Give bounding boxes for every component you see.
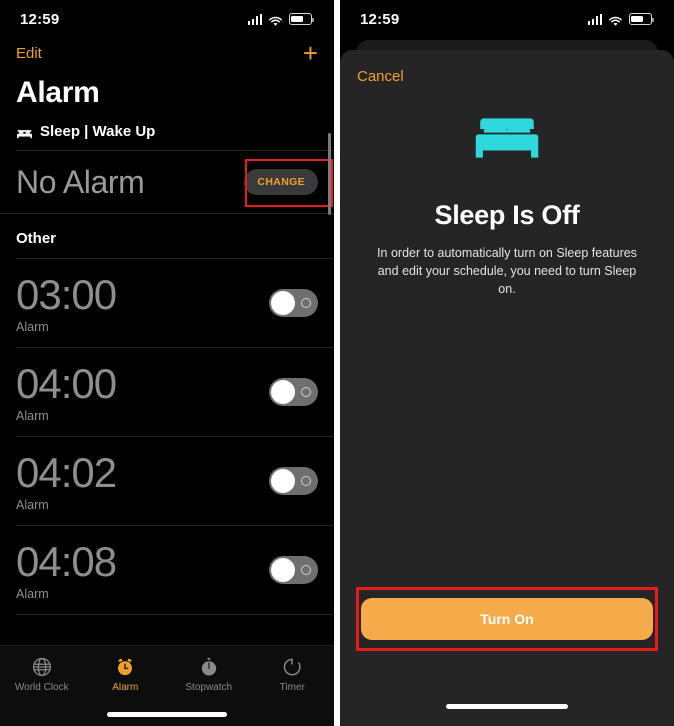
sleep-modal-sheet: Cancel Sleep Is Off In order to automati… [340,50,674,726]
alarm-toggle[interactable] [269,289,318,317]
bed-icon [471,118,543,167]
tab-world-clock[interactable]: World Clock [0,646,84,702]
alarm-time: 04:02 [16,449,117,496]
edit-button[interactable]: Edit [16,45,42,62]
alarm-list: 03:00 Alarm 04:00 Alarm 04:02 Alarm 04:0… [0,258,334,615]
status-bar-time: 12:59 [20,10,60,28]
alarm-label: Alarm [16,409,49,423]
cellular-signal-icon [587,13,602,25]
tab-label: Stopwatch [185,681,233,693]
sleep-wakeup-header: Sleep | Wake Up [0,112,334,150]
status-bar-right: 12:59 [340,0,674,38]
table-row[interactable]: 03:00 Alarm [0,259,334,347]
alarm-toggle[interactable] [269,467,318,495]
home-indicator[interactable] [446,704,568,709]
status-bar-icons [247,13,314,26]
alarm-info: 04:00 Alarm [16,360,117,436]
battery-icon [289,13,314,25]
change-button[interactable]: CHANGE [244,169,318,195]
tab-label: Timer [279,681,305,693]
alarm-time: 04:00 [16,360,117,407]
table-row[interactable]: 04:08 Alarm [0,526,334,614]
tab-bar: World Clock Alarm Stopwatch Timer [0,645,334,726]
table-row[interactable]: 04:02 Alarm [0,437,334,525]
alarm-info: 04:08 Alarm [16,538,117,614]
other-section-header: Other [16,230,57,247]
wifi-icon [608,14,623,26]
cellular-signal-icon [247,13,262,25]
alarm-info: 04:02 Alarm [16,449,117,525]
plus-icon[interactable]: + [303,40,318,66]
alarm-label: Alarm [16,498,49,512]
turn-on-area: Turn On [340,587,674,651]
alarm-toggle[interactable] [269,556,318,584]
nav-row-left: Edit + [0,38,334,68]
turn-on-button[interactable]: Turn On [361,598,653,640]
right-phone-sleep-sheet: 12:59 Cancel Sleep Is Off In order to au… [340,0,674,726]
tab-stopwatch[interactable]: Stopwatch [167,646,251,702]
timer-icon [281,656,303,679]
sleep-wakeup-label: Sleep | Wake Up [40,123,156,140]
no-alarm-row[interactable]: No Alarm CHANGE [0,151,334,213]
alarm-clock-icon [114,656,136,679]
tab-alarm[interactable]: Alarm [84,646,168,702]
alarm-time: 04:08 [16,538,117,585]
page-title: Alarm [16,76,100,109]
bed-icon [16,126,33,139]
dual-phone-screenshot: 12:59 Edit + Alarm Sleep | Wake Up No Al… [0,0,674,726]
alarm-time: 03:00 [16,271,117,318]
alarm-label: Alarm [16,320,49,334]
tab-label: Alarm [112,681,139,693]
alarm-toggle[interactable] [269,378,318,406]
sheet-body: Sleep Is Off In order to automatically t… [340,85,674,298]
battery-icon [629,13,654,25]
alarm-label: Alarm [16,587,49,601]
divider [16,614,334,615]
tab-timer[interactable]: Timer [251,646,335,702]
stopwatch-icon [198,656,220,679]
sheet-title: Sleep Is Off [434,200,580,230]
left-phone-alarm-screen: 12:59 Edit + Alarm Sleep | Wake Up No Al… [0,0,334,726]
sheet-description: In order to automatically turn on Sleep … [377,246,637,296]
globe-icon [31,656,53,679]
tab-label: World Clock [14,681,69,693]
cancel-button[interactable]: Cancel [340,50,674,85]
no-alarm-value: No Alarm [16,163,145,200]
home-indicator[interactable] [107,712,227,717]
table-row[interactable]: 04:00 Alarm [0,348,334,436]
scrollbar[interactable] [328,133,331,215]
status-bar-time: 12:59 [360,10,400,28]
alarm-info: 03:00 Alarm [16,271,117,347]
status-bar-icons [587,13,654,26]
wifi-icon [268,14,283,26]
status-bar-left: 12:59 [0,0,334,38]
